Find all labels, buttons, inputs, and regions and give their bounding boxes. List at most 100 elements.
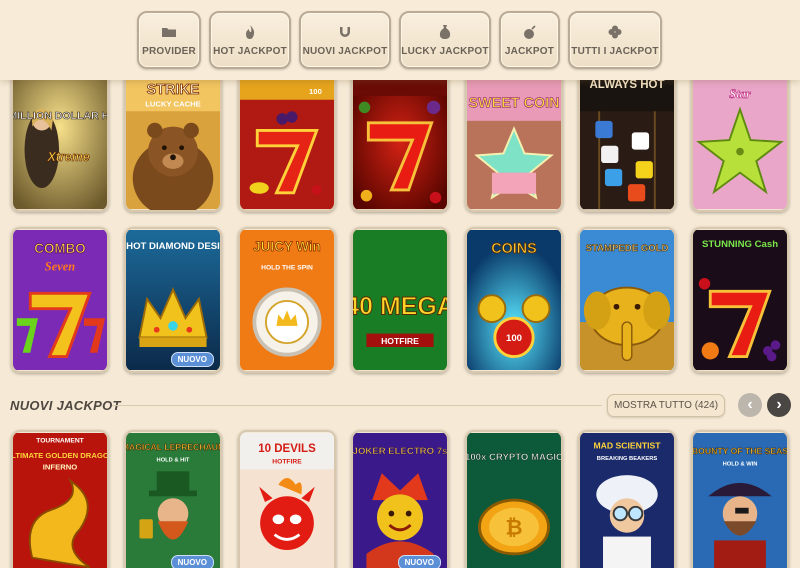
game-thumbnail: BOUNTY OF THE SEAS HOLD & WIN [693,432,787,568]
game-thumbnail: STUNNING Cash [693,229,787,371]
game-title: 40 HOT DIAMOND DESIRE [126,241,220,252]
game-thumbnail: JOKER ELECTRO 7s [353,432,447,568]
chevron-right-icon: › [776,396,782,413]
game-card-coins[interactable]: COINS 100 [465,227,563,373]
game-title: STAMPEDE GOLD [586,243,669,254]
filter-nuovi-jackpot-button[interactable]: NUOVI JACKPOT [299,11,391,69]
game-thumbnail: STAMPEDE GOLD [580,229,674,371]
filter-hot-jackpot-button[interactable]: HOT JACKPOT [209,11,291,69]
game-thumbnail: MAGICAL LEPRECHAUN HOLD & HIT [126,432,220,568]
game-card-star[interactable]: Star [691,70,789,212]
game-card-sweet-coin[interactable]: SWEET COIN [465,70,563,212]
bitcoin-icon: ₿ [505,517,522,540]
filter-buttons: PROVIDER HOT JACKPOT NUOVI JACKPOT LUCKY… [137,11,662,69]
game-title: COINS [491,241,537,257]
filter-provider-button[interactable]: PROVIDER [137,11,201,69]
chevron-left-icon: ‹ [747,396,753,413]
game-card-bounty-of-the-seas[interactable]: BOUNTY OF THE SEAS HOLD & WIN [691,430,789,568]
game-card-red-seven[interactable] [351,70,449,212]
game-thumbnail: Star [693,72,787,210]
game-title: 100x CRYPTO MAGIC [467,452,561,463]
game-card-10-devils-hotfire[interactable]: 10 DEVILS HOTFIRE [238,430,336,568]
horseshoe-icon [340,26,350,37]
section-divider [112,405,602,406]
game-thumbnail: MILLION DOLLAR HEIST Xtreme [13,72,107,210]
filter-label: JACKPOT [504,45,555,57]
game-title: COMBO [34,241,85,256]
new-badge: NUOVO [170,352,214,367]
game-thumbnail: ALWAYS HOT [580,72,674,210]
game-card-sevens-100[interactable]: 100 [238,70,336,212]
filter-tutti-i-jackpot-button[interactable]: TUTTI I JACKPOT [568,11,662,69]
folder-icon [162,27,176,37]
game-card-40-mega-hotfire[interactable]: 40 MEGA HOTFIRE [351,227,449,373]
game-grid: MILLION DOLLAR HEIST Xtreme STRIKE LUCKY… [0,0,800,568]
section-title: NUOVI JACKPOT [10,398,121,413]
game-thumbnail: MAD SCIENTIST BREAKING BEAKERS [580,432,674,568]
carousel-next-button[interactable]: › [767,393,791,417]
game-thumbnail [353,72,447,210]
game-thumbnail: 40 MEGA HOTFIRE [353,229,447,371]
game-subtitle: HOTFIRE [272,459,302,466]
game-title: Star [729,87,751,101]
game-card-40-hot-diamond-desire[interactable]: 40 HOT DIAMOND DESIRE NUOVO [124,227,222,373]
game-subtitle: INFERNO [43,462,77,471]
game-title: MAGICAL LEPRECHAUN [126,442,220,452]
game-thumbnail: 100 [240,72,334,210]
game-title: MAD SCIENTIST [593,440,661,450]
filter-lucky-jackpot-button[interactable]: LUCKY JACKPOT [399,11,491,69]
game-thumbnail: 40 HOT DIAMOND DESIRE [126,229,220,371]
new-badge: NUOVO [170,555,214,568]
game-card-stampede-gold[interactable]: STAMPEDE GOLD [578,227,676,373]
new-badge: NUOVO [397,555,441,568]
game-card-juicy-win[interactable]: JUICY Win HOLD THE SPIN [238,227,336,373]
game-title: JUICY Win [253,239,320,254]
game-card-strike-lucky-cache[interactable]: STRIKE LUCKY CACHE [124,70,222,212]
filter-label: TUTTI I JACKPOT [571,45,659,57]
game-card-million-dollar-heist[interactable]: MILLION DOLLAR HEIST Xtreme [11,70,109,212]
game-card-joker-electro-7s[interactable]: JOKER ELECTRO 7s NUOVO [351,430,449,568]
filter-label: PROVIDER [142,45,196,57]
game-title: ULTIMATE GOLDEN DRAGON [13,451,107,460]
game-card-stunning-cash[interactable]: STUNNING Cash [691,227,789,373]
game-thumbnail: TOURNAMENT ULTIMATE GOLDEN DRAGON INFERN… [13,432,107,568]
game-card-ultimate-golden-dragon[interactable]: TOURNAMENT ULTIMATE GOLDEN DRAGON INFERN… [11,430,109,568]
money-bag-icon [439,24,451,39]
game-card-magical-leprechaun[interactable]: MAGICAL LEPRECHAUN HOLD & HIT NUOVO [124,430,222,568]
carousel-prev-button[interactable]: ‹ [738,393,762,417]
game-thumbnail: SWEET COIN [467,72,561,210]
game-thumbnail: 100x CRYPTO MAGIC ₿ [467,432,561,568]
game-thumbnail: JUICY Win HOLD THE SPIN [240,229,334,371]
game-card-combo-seven[interactable]: COMBO Seven [11,227,109,373]
game-thumbnail: 10 DEVILS HOTFIRE [240,432,334,568]
game-subtitle: Seven [45,259,76,273]
game-subtitle: Xtreme [47,150,90,164]
game-title: ALWAYS HOT [590,79,665,91]
game-thumbnail: STRIKE LUCKY CACHE [126,72,220,210]
game-title: JOKER ELECTRO 7s [353,446,447,457]
game-subtitle: HOLD & WIN [723,462,758,468]
game-subtitle: BREAKING BEAKERS [597,456,658,462]
game-subtitle: HOLD THE SPIN [261,264,313,271]
game-title: SWEET COIN [468,95,559,111]
flame-icon [246,24,255,39]
game-card-mad-scientist[interactable]: MAD SCIENTIST BREAKING BEAKERS [578,430,676,568]
game-thumbnail: COINS 100 [467,229,561,371]
game-subtitle: HOTFIRE [381,336,419,346]
filter-label: NUOVI JACKPOT [302,45,388,57]
filter-label: LUCKY JACKPOT [401,45,489,57]
game-title: STRIKE [147,82,200,98]
game-subtitle: 100 [309,87,322,96]
filter-jackpot-button[interactable]: JACKPOT [499,11,560,69]
game-subtitle: LUCKY CACHE [145,99,201,108]
game-card-always-hot[interactable]: ALWAYS HOT [578,70,676,212]
game-title: BOUNTY OF THE SEAS [693,446,787,456]
game-title: 40 MEGA [353,292,447,320]
game-subtitle: HOLD & HIT [157,458,190,464]
game-card-100x-crypto-magic[interactable]: 100x CRYPTO MAGIC ₿ [465,430,563,568]
game-title: 10 DEVILS [258,443,316,455]
see-all-button[interactable]: MOSTRA TUTTO (424) [607,394,725,417]
game-title: STUNNING Cash [702,239,778,250]
tournament-label: TOURNAMENT [36,438,84,445]
game-subtitle: 100 [506,333,522,344]
